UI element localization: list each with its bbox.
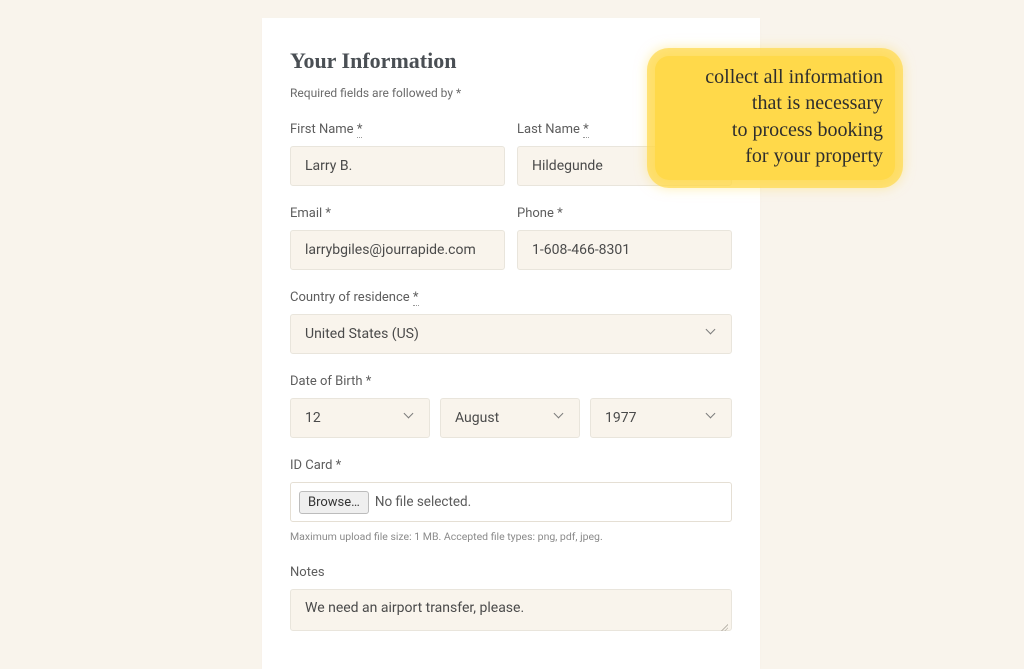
phone-input[interactable] — [517, 230, 732, 270]
email-input[interactable] — [290, 230, 505, 270]
callout-text: collect all information that is necessar… — [705, 66, 883, 167]
idcard-group: ID Card * Browse… No file selected. Maxi… — [290, 458, 732, 543]
dob-year-select[interactable]: 1977 — [590, 398, 732, 438]
phone-group: Phone * — [517, 206, 732, 270]
contact-row: Email * Phone * — [290, 206, 732, 270]
email-label: Email * — [290, 206, 505, 221]
callout-sticker: collect all information that is necessar… — [655, 56, 895, 180]
country-select[interactable]: United States (US) — [290, 314, 732, 354]
email-group: Email * — [290, 206, 505, 270]
file-status-text: No file selected. — [375, 494, 471, 510]
first-name-group: First Name * — [290, 122, 505, 186]
country-label-text: Country of residence — [290, 290, 410, 305]
last-name-label-text: Last Name — [517, 122, 580, 137]
chevron-down-icon — [555, 413, 565, 423]
upload-hint: Maximum upload file size: 1 MB. Accepted… — [290, 530, 732, 543]
dob-month-select[interactable]: August — [440, 398, 580, 438]
dob-month-value: August — [455, 410, 499, 426]
dob-day-value: 12 — [305, 410, 321, 426]
required-asterisk: * — [357, 122, 363, 138]
required-asterisk: * — [413, 290, 419, 306]
file-input-box[interactable]: Browse… No file selected. — [290, 482, 732, 522]
chevron-down-icon — [707, 329, 717, 339]
dob-year-value: 1977 — [605, 410, 636, 426]
required-asterisk: * — [583, 122, 589, 138]
notes-label: Notes — [290, 565, 732, 580]
first-name-label-text: First Name — [290, 122, 354, 137]
dob-label: Date of Birth * — [290, 374, 732, 389]
phone-label: Phone * — [517, 206, 732, 221]
chevron-down-icon — [707, 413, 717, 423]
dob-group: Date of Birth * 12 August 1977 — [290, 374, 732, 438]
dob-row: 12 August 1977 — [290, 398, 732, 438]
country-group: Country of residence * United States (US… — [290, 290, 732, 354]
first-name-label: First Name * — [290, 122, 505, 137]
country-label: Country of residence * — [290, 290, 732, 305]
dob-day-select[interactable]: 12 — [290, 398, 430, 438]
idcard-label: ID Card * — [290, 458, 732, 473]
chevron-down-icon — [405, 413, 415, 423]
country-selected-value: United States (US) — [305, 326, 419, 342]
first-name-input[interactable] — [290, 146, 505, 186]
browse-button[interactable]: Browse… — [299, 491, 369, 514]
notes-textarea-wrap — [290, 589, 732, 635]
notes-textarea[interactable] — [290, 589, 732, 631]
